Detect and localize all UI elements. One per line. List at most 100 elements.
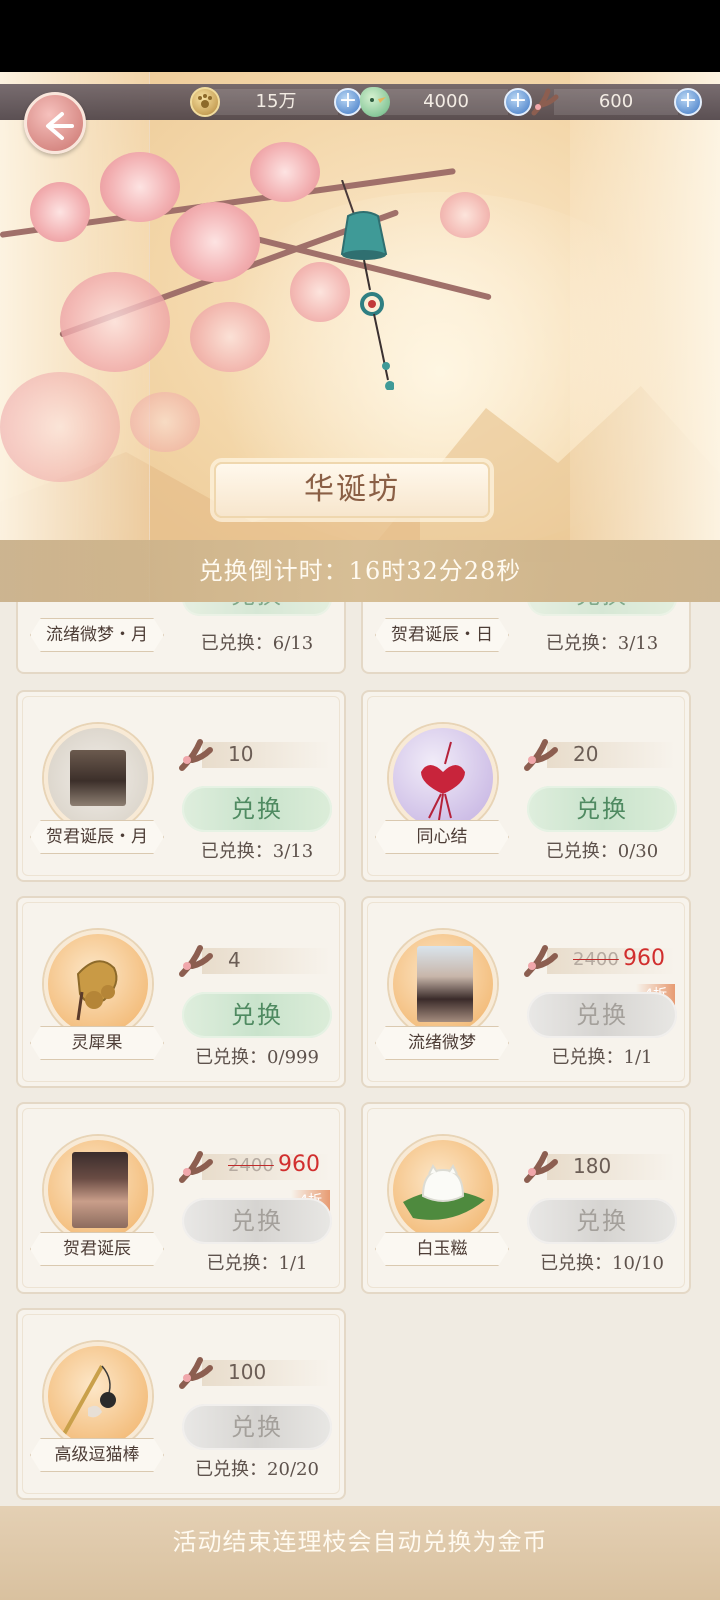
branch-token-icon bbox=[524, 1151, 558, 1183]
exchange-button[interactable]: 兑换 bbox=[182, 602, 332, 616]
back-button[interactable] bbox=[24, 92, 86, 154]
exchange-button[interactable]: 兑换 bbox=[527, 786, 677, 832]
blossom bbox=[60, 272, 170, 372]
item-card: 流绪微梦 2400 960 4折 兑换 已兑换：1/1 bbox=[361, 896, 691, 1088]
item-name: 贺君诞辰・日 bbox=[391, 625, 493, 645]
add-currency-button[interactable]: + bbox=[334, 88, 362, 116]
price-bg bbox=[202, 948, 330, 974]
branch-token-icon bbox=[179, 739, 213, 771]
countdown-bar: 兑换倒计时：16时32分28秒 bbox=[0, 540, 720, 602]
original-price: 2400 bbox=[228, 1155, 274, 1176]
item-price: 180 bbox=[573, 1154, 612, 1178]
back-arrow-icon bbox=[46, 112, 74, 140]
portrait-card-icon bbox=[72, 1152, 128, 1228]
blossom bbox=[130, 392, 200, 452]
exchange-button[interactable]: 兑换 bbox=[527, 1198, 677, 1244]
add-currency-button[interactable]: + bbox=[504, 88, 532, 116]
item-image bbox=[44, 930, 152, 1038]
item-name: 贺君诞辰・月 bbox=[46, 827, 148, 847]
item-name: 白玉糍 bbox=[416, 1239, 468, 1259]
branch-token-icon bbox=[179, 1357, 213, 1389]
item-card: 高级逗猫棒 100 兑换 已兑换：20/20 bbox=[16, 1308, 346, 1500]
shop-title-plate: 华诞坊 bbox=[214, 462, 490, 518]
heart-knot-icon bbox=[421, 741, 465, 821]
item-image bbox=[389, 930, 497, 1038]
item-price: 10 bbox=[228, 742, 254, 766]
countdown-text: 兑换倒计时：16时32分28秒 bbox=[198, 557, 522, 585]
item-price: 20 bbox=[573, 742, 599, 766]
item-name-plate: 流绪微梦 bbox=[375, 1026, 509, 1060]
exchange-button[interactable]: 兑换 bbox=[527, 602, 677, 616]
exchange-button[interactable]: 兑换 bbox=[182, 1404, 332, 1450]
wind-chime-icon bbox=[340, 180, 394, 390]
lingxi-fruit-icon bbox=[76, 960, 118, 1021]
blossom bbox=[30, 182, 90, 242]
blossom bbox=[0, 372, 120, 482]
item-name: 高级逗猫棒 bbox=[54, 1445, 140, 1465]
add-currency-button[interactable]: + bbox=[674, 88, 702, 116]
item-card-partial: 兑换 流绪微梦・月 已兑换：6/13 bbox=[16, 602, 346, 674]
item-card: 同心结 20 兑换 已兑换：0/30 bbox=[361, 690, 691, 882]
redeemed-count: 已兑换：3/13 bbox=[200, 841, 314, 862]
blossom bbox=[190, 302, 270, 372]
item-name-plate: 贺君诞辰・月 bbox=[30, 820, 164, 854]
item-name: 同心结 bbox=[416, 827, 468, 847]
exchange-button[interactable]: 兑换 bbox=[182, 1198, 332, 1244]
item-name-plate: 贺君诞辰 bbox=[30, 1232, 164, 1266]
exchange-button[interactable]: 兑换 bbox=[527, 992, 677, 1038]
redeemed-count: 已兑换：1/1 bbox=[206, 1253, 308, 1274]
item-name-plate: 白玉糍 bbox=[375, 1232, 509, 1266]
item-image bbox=[44, 724, 152, 832]
price-row: 180 bbox=[523, 1150, 675, 1183]
item-card: 灵犀果 4 兑换 已兑换：0/999 bbox=[16, 896, 346, 1088]
original-price: 2400 bbox=[573, 949, 619, 970]
discount-price: 960 bbox=[278, 1152, 320, 1177]
exchange-button[interactable]: 兑换 bbox=[182, 786, 332, 832]
blossom bbox=[250, 142, 320, 202]
status-bar bbox=[0, 0, 720, 72]
price-row: 2400 960 bbox=[178, 1150, 330, 1183]
item-name: 灵犀果 bbox=[71, 1033, 123, 1053]
currency-amount: 4000 bbox=[384, 89, 508, 115]
branch-token-icon bbox=[524, 739, 558, 771]
price-row: 4 bbox=[178, 944, 330, 977]
blossom bbox=[170, 202, 260, 282]
currency-jade: 4000 + bbox=[360, 87, 532, 117]
item-name: 贺君诞辰 bbox=[63, 1239, 131, 1259]
bedroom-card-icon bbox=[70, 750, 126, 806]
item-image bbox=[44, 1136, 152, 1244]
currency-amount: 15万 bbox=[214, 89, 338, 115]
price-bg bbox=[547, 742, 675, 768]
item-card: 贺君诞辰 2400 960 4折 兑换 已兑换：1/1 bbox=[16, 1102, 346, 1294]
item-card-partial: 兑换 贺君诞辰・日 已兑换：3/13 bbox=[361, 602, 691, 674]
exchange-button[interactable]: 兑换 bbox=[182, 992, 332, 1038]
item-card: 白玉糍 180 兑换 已兑换：10/10 bbox=[361, 1102, 691, 1294]
branch-token-icon bbox=[524, 945, 558, 977]
jade-bird-coin-icon bbox=[360, 87, 390, 117]
price-row: 2400 960 bbox=[523, 944, 675, 977]
branch-token-icon bbox=[179, 945, 213, 977]
item-name-plate: 灵犀果 bbox=[30, 1026, 164, 1060]
gold-paw-coin-icon bbox=[190, 87, 220, 117]
item-name: 流绪微梦 bbox=[408, 1033, 476, 1053]
blossom bbox=[440, 192, 490, 238]
branch-token-icon bbox=[530, 87, 560, 117]
rice-cake-icon bbox=[403, 1164, 485, 1220]
item-image bbox=[389, 724, 497, 832]
cat-wand-icon bbox=[62, 1365, 116, 1435]
item-grid: 兑换 流绪微梦・月 已兑换：6/13 兑换 贺君诞辰・日 已兑换：3/13 贺君… bbox=[0, 602, 720, 1540]
currency-amount: 600 bbox=[554, 89, 678, 115]
footer-notice: 活动结束连理枝会自动兑换为金币 bbox=[172, 1528, 548, 1556]
item-name-plate: 流绪微梦・月 bbox=[30, 618, 164, 652]
branch-token-icon bbox=[179, 1151, 213, 1183]
currency-gold: 15万 + bbox=[190, 87, 362, 117]
price-row: 100 bbox=[178, 1356, 330, 1389]
redeemed-count: 已兑换：20/20 bbox=[195, 1459, 319, 1480]
redeemed-count: 已兑换：0/30 bbox=[545, 841, 659, 862]
item-name-plate: 高级逗猫棒 bbox=[30, 1438, 164, 1472]
price-row: 20 bbox=[523, 738, 675, 771]
redeemed-count: 已兑换：10/10 bbox=[540, 1253, 664, 1274]
item-name: 流绪微梦・月 bbox=[46, 625, 148, 645]
item-price: 4 bbox=[228, 948, 241, 972]
redeemed-count: 已兑换：3/13 bbox=[545, 633, 659, 654]
